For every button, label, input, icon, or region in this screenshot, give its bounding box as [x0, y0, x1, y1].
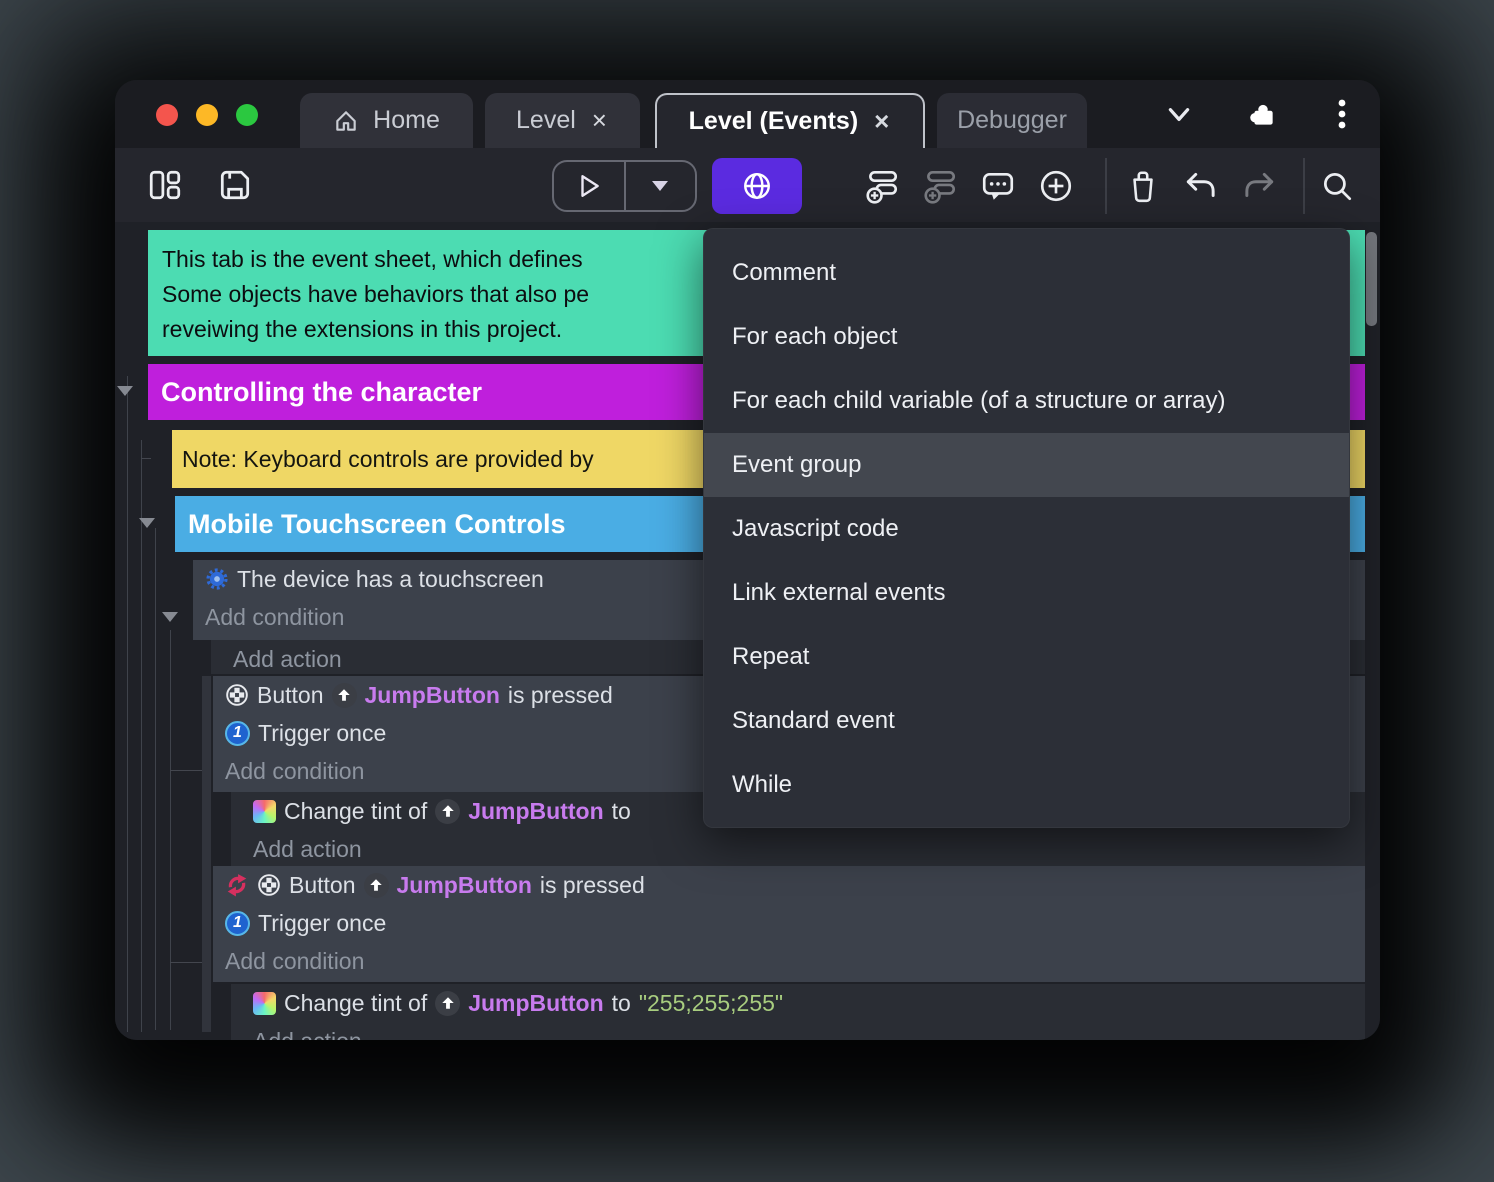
tab-list-chevron-button[interactable] [1165, 100, 1193, 128]
condition-text[interactable]: is pressed [508, 682, 613, 709]
scrollbar-thumb[interactable] [1366, 232, 1377, 326]
add-condition-link[interactable]: Add condition [225, 948, 364, 975]
add-condition-link[interactable]: Add condition [205, 604, 344, 631]
tint-value[interactable]: "255;255;255" [639, 990, 783, 1017]
maximize-window-button[interactable] [236, 104, 258, 126]
add-comment-button[interactable] [976, 159, 1020, 213]
condition-text[interactable]: is pressed [540, 872, 645, 899]
preview-button-group [552, 160, 697, 212]
toolbar [115, 148, 1380, 222]
invert-condition-icon [225, 873, 249, 897]
add-event-button[interactable] [860, 159, 904, 213]
condition-text[interactable]: Trigger once [258, 720, 386, 747]
tab-label: Level [516, 106, 576, 134]
condition-text[interactable]: Trigger once [258, 910, 386, 937]
menu-item-while[interactable]: While [704, 753, 1349, 817]
menu-item-repeat[interactable]: Repeat [704, 625, 1349, 689]
indent-guide [127, 376, 128, 1032]
app-window: Home Level × Level (Events) × Debugger T… [115, 80, 1380, 1040]
close-icon[interactable]: × [590, 105, 609, 136]
close-window-button[interactable] [156, 104, 178, 126]
titlebar: Home Level × Level (Events) × Debugger [115, 80, 1380, 148]
indent-guide [141, 440, 142, 1032]
collapse-arrow-icon[interactable] [117, 386, 133, 396]
menu-item-comment[interactable]: Comment [704, 241, 1349, 305]
more-options-kebab-button[interactable] [1337, 98, 1347, 132]
group-title: Controlling the character [161, 376, 483, 407]
undo-button[interactable] [1179, 159, 1223, 213]
action-text[interactable]: Change tint of [284, 798, 427, 825]
globe-icon [741, 170, 773, 202]
event-jumpbutton-2-actions[interactable]: Change tint of JumpButton to "255;255;25… [231, 984, 1365, 1040]
close-icon[interactable]: × [872, 106, 891, 137]
delete-button[interactable] [1121, 159, 1165, 213]
jumpbutton-object-icon [435, 990, 461, 1016]
home-icon [333, 108, 359, 134]
object-name[interactable]: JumpButton [468, 798, 603, 825]
collapse-arrow-icon[interactable] [162, 612, 178, 622]
add-action-link[interactable]: Add action [233, 646, 342, 673]
object-name[interactable]: JumpButton [468, 990, 603, 1017]
gamepad-button-icon [225, 683, 249, 707]
menu-item-event-group[interactable]: Event group [704, 433, 1349, 497]
jumpbutton-object-icon [331, 682, 357, 708]
play-preview-button[interactable] [554, 162, 624, 210]
condition-text[interactable]: Button [289, 872, 356, 899]
object-name[interactable]: JumpButton [365, 682, 500, 709]
action-text[interactable]: to [612, 990, 631, 1017]
subevent-rail [202, 676, 211, 1032]
condition-text[interactable]: The device has a touchscreen [237, 566, 544, 593]
object-name[interactable]: JumpButton [397, 872, 532, 899]
add-subevent-button[interactable] [918, 159, 962, 213]
tab-debugger[interactable]: Debugger [937, 93, 1087, 148]
indent-tick [141, 458, 151, 459]
event-jumpbutton-pressed-2[interactable]: Button JumpButton is pressed 1 Trigger o… [213, 866, 1365, 982]
extensions-puzzle-icon[interactable] [1248, 100, 1278, 130]
menu-item-standard-event[interactable]: Standard event [704, 689, 1349, 753]
menu-item-link-external-events[interactable]: Link external events [704, 561, 1349, 625]
save-button[interactable] [213, 158, 257, 212]
jumpbutton-object-icon [363, 872, 389, 898]
tab-label: Debugger [957, 106, 1067, 134]
condition-text[interactable]: Button [257, 682, 324, 709]
gamepad-button-icon [257, 873, 281, 897]
add-action-link[interactable]: Add action [253, 836, 362, 863]
trigger-once-icon: 1 [225, 910, 250, 936]
tab-home[interactable]: Home [300, 93, 473, 148]
add-condition-link[interactable]: Add condition [225, 758, 364, 785]
search-button[interactable] [1315, 159, 1359, 213]
add-action-link[interactable]: Add action [253, 1028, 362, 1041]
preview-options-dropdown[interactable] [626, 162, 696, 210]
note-text: Note: Keyboard controls are provided by [182, 445, 594, 472]
menu-item-for-each-object[interactable]: For each object [704, 305, 1349, 369]
action-text[interactable]: Change tint of [284, 990, 427, 1017]
group-title: Mobile Touchscreen Controls [188, 508, 566, 539]
indent-tick [170, 962, 202, 963]
tab-level[interactable]: Level × [485, 93, 640, 148]
tab-label: Home [373, 106, 440, 134]
minimize-window-button[interactable] [196, 104, 218, 126]
tint-palette-icon [253, 799, 276, 823]
indent-guide [170, 630, 171, 1030]
tab-level-events[interactable]: Level (Events) × [655, 93, 925, 148]
add-event-context-menu: Comment For each object For each child v… [703, 228, 1350, 828]
jumpbutton-object-icon [435, 798, 461, 824]
indent-tick [170, 770, 202, 771]
tint-palette-icon [253, 991, 276, 1015]
add-circle-button[interactable] [1034, 159, 1078, 213]
trigger-once-icon: 1 [225, 720, 250, 746]
indent-guide [155, 528, 156, 1030]
collapse-arrow-icon[interactable] [139, 518, 155, 528]
network-preview-button[interactable] [712, 158, 802, 214]
menu-item-for-each-child-variable[interactable]: For each child variable (of a structure … [704, 369, 1349, 433]
gear-icon [205, 567, 229, 591]
redo-button[interactable] [1237, 159, 1281, 213]
tab-label: Level (Events) [688, 107, 859, 135]
menu-item-javascript-code[interactable]: Javascript code [704, 497, 1349, 561]
action-text[interactable]: to [612, 798, 631, 825]
toggle-panel-layout-button[interactable] [143, 158, 187, 212]
